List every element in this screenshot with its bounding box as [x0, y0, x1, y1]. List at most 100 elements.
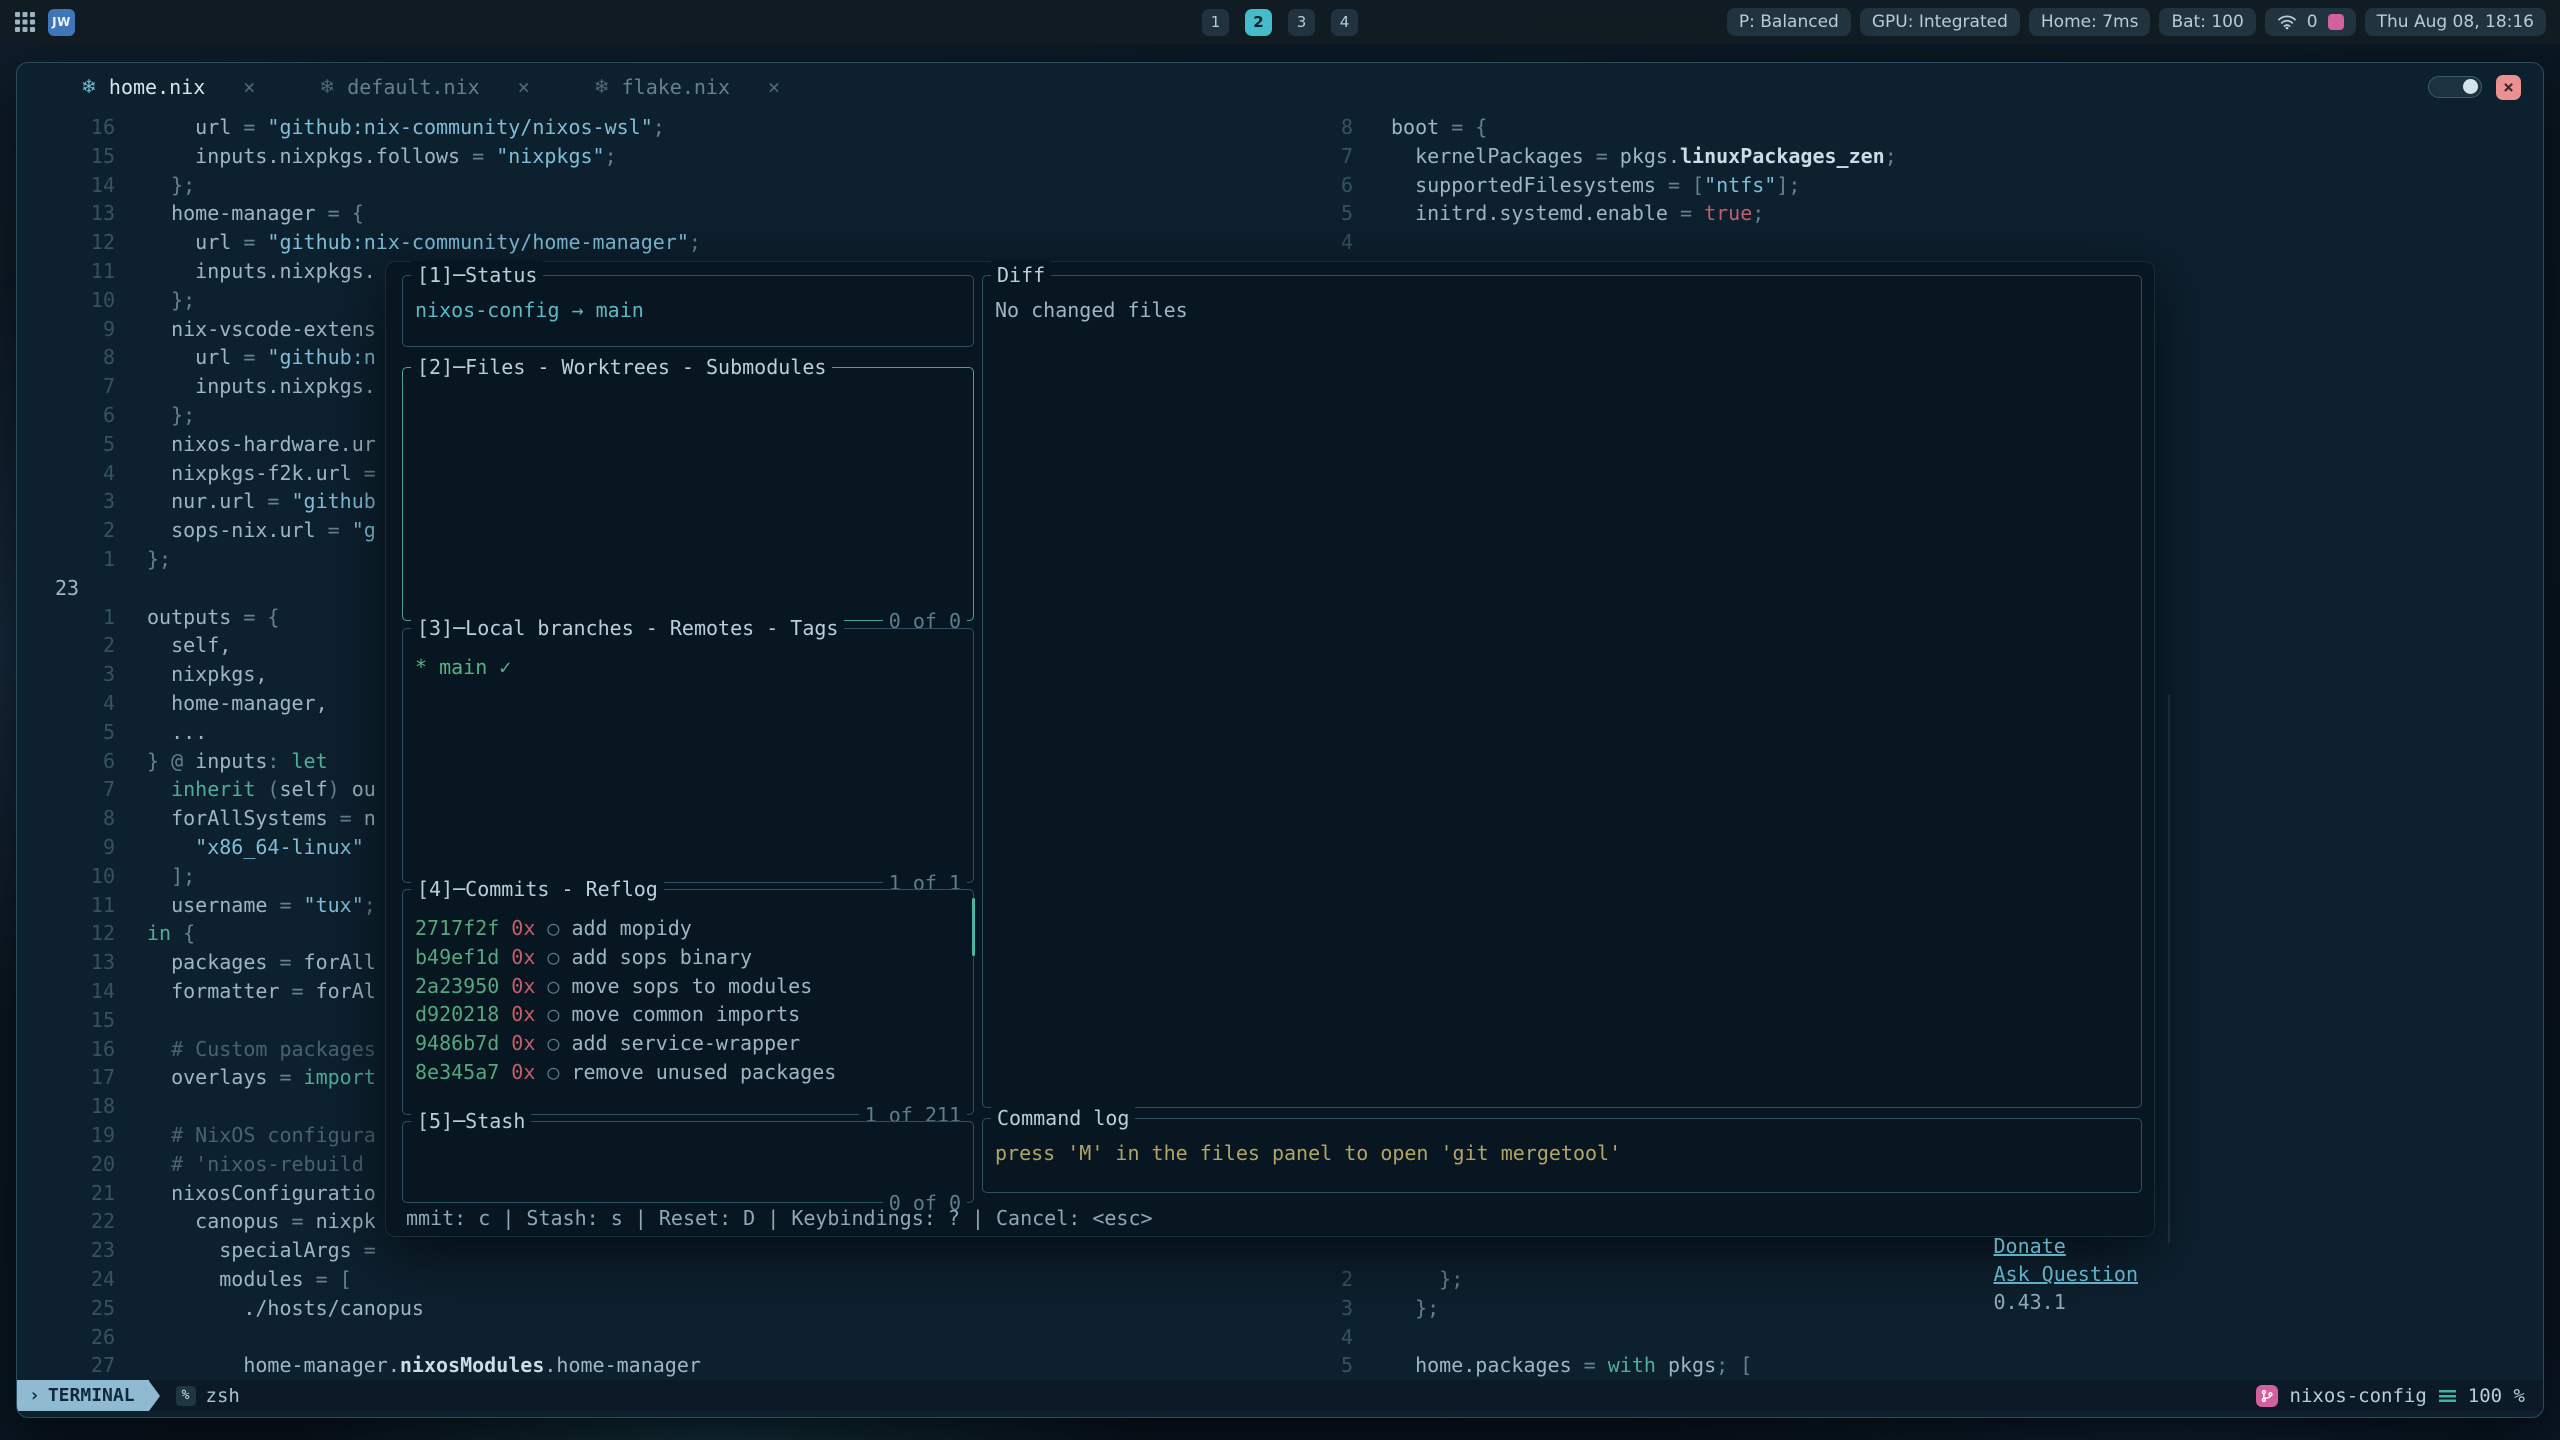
- code-token: nixpk: [316, 1209, 376, 1233]
- code-token: nix-vscode-extens: [147, 317, 376, 341]
- code-line: 27 home-manager.nixosModules.home-manage…: [55, 1351, 701, 1380]
- lazygit-status-panel[interactable]: [1]─Status nixos-config → main: [402, 275, 974, 347]
- line-number: 2: [55, 631, 115, 660]
- editor-tabs: ❄home.nix× ❄default.nix× ❄flake.nix×: [81, 75, 780, 99]
- module-battery[interactable]: Bat: 100: [2159, 8, 2255, 36]
- tab-flake.nix[interactable]: ❄flake.nix×: [594, 75, 780, 99]
- system-tray[interactable]: 0: [2265, 8, 2356, 36]
- apps-grid-icon[interactable]: [14, 11, 36, 33]
- line-number: 20: [55, 1150, 115, 1179]
- commit-graph-node: ○: [547, 972, 559, 1001]
- tab-close-icon[interactable]: ×: [243, 75, 255, 99]
- code-line: 3 nur.url = "github: [55, 487, 376, 516]
- code-token: forAll: [304, 950, 376, 974]
- donate-link[interactable]: Donate: [1994, 1234, 2066, 1258]
- code-token: kernelPackages: [1391, 144, 1596, 168]
- code-token: # NixOS configura: [147, 1123, 376, 1147]
- tab-home.nix[interactable]: ❄home.nix×: [81, 75, 255, 99]
- commit-row[interactable]: 8e345a70x○remove unused packages: [403, 1058, 973, 1087]
- code-token: ou: [352, 777, 376, 801]
- commit-graph-node: ○: [547, 943, 559, 972]
- line-number: 6: [55, 747, 115, 776]
- commits-scrollbar[interactable]: [972, 898, 975, 956]
- module-power-profile[interactable]: P: Balanced: [1727, 8, 1851, 36]
- line-number: 1: [55, 603, 115, 632]
- code-token: "tux": [304, 893, 364, 917]
- code-line: 21 nixosConfiguratio: [55, 1179, 376, 1208]
- lazygit-files-panel[interactable]: [2]─Files - Worktrees - Submodules 0 of …: [402, 367, 974, 621]
- keyboard-layout-badge[interactable]: JW: [48, 9, 75, 36]
- lazygit-command-log-panel[interactable]: Command log press 'M' in the files panel…: [982, 1118, 2142, 1193]
- workspace-2[interactable]: 2: [1245, 9, 1272, 36]
- workspace-4[interactable]: 4: [1331, 9, 1358, 36]
- mode-label: TERMINAL: [48, 1385, 135, 1406]
- commit-row[interactable]: 9486b7d0x○add service-wrapper: [403, 1029, 973, 1058]
- line-number: 23: [55, 574, 115, 603]
- code-token: =: [1596, 144, 1620, 168]
- tab-default.nix[interactable]: ❄default.nix×: [319, 75, 529, 99]
- lazygit-overlay: [1]─Status nixos-config → main [2]─Files…: [385, 261, 2155, 1237]
- code-line: 14 formatter = forAl: [55, 977, 376, 1006]
- lazygit-stash-panel[interactable]: [5]─Stash 0 of 0: [402, 1121, 974, 1203]
- line-number: 15: [55, 142, 115, 171]
- code-line: 10 ];: [55, 862, 195, 891]
- commit-mark: 0x: [511, 943, 535, 972]
- lazygit-commits-panel[interactable]: [4]─Commits - Reflog 2717f2f0x○add mopid…: [402, 889, 974, 1115]
- workspace-1[interactable]: 1: [1202, 9, 1229, 36]
- code-token: ;: [364, 893, 376, 917]
- line-number: 4: [55, 689, 115, 718]
- code-token: specialArgs: [147, 1238, 364, 1262]
- code-token: true: [1704, 201, 1752, 225]
- commit-message: remove unused packages: [571, 1058, 836, 1087]
- code-token: overlays: [147, 1065, 279, 1089]
- code-line: 17 overlays = import: [55, 1063, 376, 1092]
- toggle-knob-icon: [2463, 79, 2478, 94]
- panel-title: [2]─Files - Worktrees - Submodules: [411, 353, 832, 381]
- line-number: 11: [55, 257, 115, 286]
- code-line: 4 nixpkgs-f2k.url =: [55, 459, 376, 488]
- tab-close-icon[interactable]: ×: [518, 75, 530, 99]
- commit-row[interactable]: d9202180x○move common imports: [403, 1000, 973, 1029]
- commit-row[interactable]: 2717f2f0x○add mopidy: [403, 914, 973, 943]
- code-token: self,: [147, 633, 231, 657]
- window-toggle-button[interactable]: [2428, 76, 2482, 98]
- commit-row[interactable]: 2a239500x○move sops to modules: [403, 972, 973, 1001]
- code-token: supportedFilesystems: [1391, 173, 1668, 197]
- code-token: "github: [292, 489, 376, 513]
- line-number: 12: [55, 919, 115, 948]
- code-token: {: [183, 921, 195, 945]
- code-token: nixpkgs,: [147, 662, 267, 686]
- code-token: "github:n: [267, 345, 375, 369]
- code-line: 7 inherit (self) ou: [55, 775, 376, 804]
- code-line: 3 nixpkgs,: [55, 660, 267, 689]
- commit-sha: 9486b7d: [415, 1029, 499, 1058]
- window-close-button[interactable]: ×: [2496, 75, 2521, 100]
- commit-graph-node: ○: [547, 1029, 559, 1058]
- tab-close-icon[interactable]: ×: [768, 75, 780, 99]
- lazygit-version: 0.43.1: [1994, 1290, 2066, 1314]
- code-line: 20 # 'nixos-rebuild: [55, 1150, 364, 1179]
- workspace-3[interactable]: 3: [1288, 9, 1315, 36]
- code-line: 18: [55, 1092, 147, 1121]
- code-token: =: [243, 230, 267, 254]
- lazygit-branches-panel[interactable]: [3]─Local branches - Remotes - Tags * ma…: [402, 628, 974, 883]
- commit-message: move sops to modules: [571, 972, 812, 1001]
- code-token: ;: [1885, 144, 1897, 168]
- code-token: "ntfs": [1704, 173, 1776, 197]
- commit-row[interactable]: b49ef1d0x○add sops binary: [403, 943, 973, 972]
- code-token: =: [292, 979, 316, 1003]
- clock[interactable]: Thu Aug 08, 18:16: [2365, 8, 2546, 36]
- module-ping[interactable]: Home: 7ms: [2029, 8, 2151, 36]
- code-token: nixos-hardware.ur: [147, 432, 376, 456]
- code-line: 11 username = "tux";: [55, 891, 376, 920]
- lazygit-diff-panel[interactable]: Diff No changed files: [982, 275, 2142, 1108]
- pane-scrollbar[interactable]: [2168, 695, 2170, 1243]
- ask-question-link[interactable]: Ask Question: [1994, 1262, 2139, 1286]
- code-token: pkgs.: [1620, 144, 1680, 168]
- module-gpu[interactable]: GPU: Integrated: [1860, 8, 2020, 36]
- commit-sha: 8e345a7: [415, 1058, 499, 1087]
- command-log-content: press 'M' in the files panel to open 'gi…: [983, 1119, 2141, 1168]
- code-token: [147, 835, 195, 859]
- line-number: 16: [55, 1035, 115, 1064]
- code-line: 8boot = {: [1297, 113, 1487, 142]
